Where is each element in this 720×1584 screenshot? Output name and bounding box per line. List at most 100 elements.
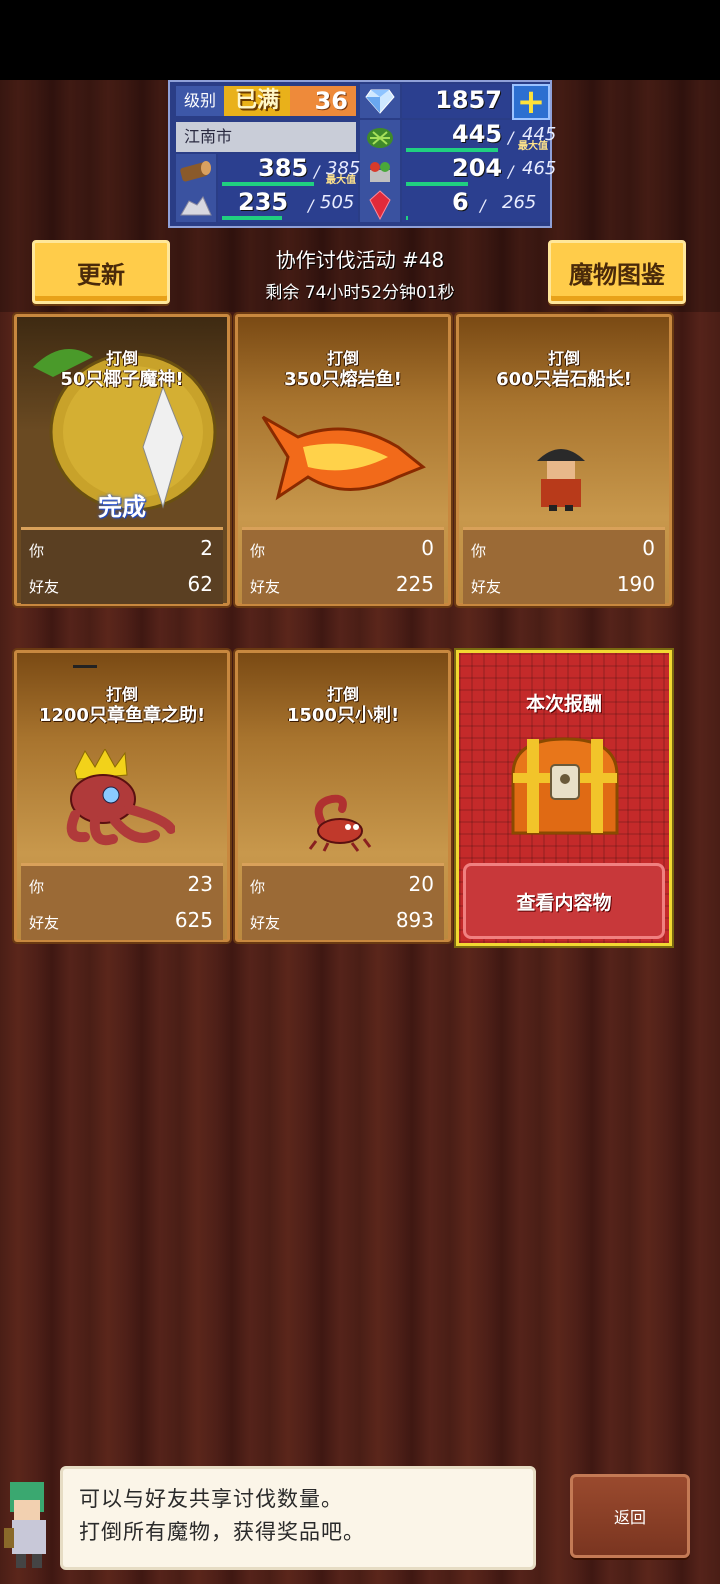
diamond-icon [360,84,400,118]
friends-count: 225 [395,572,434,596]
gem-count: 1857 [435,86,502,114]
friends-count: 893 [395,908,434,932]
resource-panel: 级别 已满 36 1857 + 江南市 445 / 445 最大值 385 / … [168,80,556,228]
you-count: 2 [200,536,213,560]
refresh-button[interactable]: 更新 [32,240,170,304]
you-row: 你 0 [250,536,434,566]
friends-row: 好友 62 [29,572,213,602]
wood-value-box: 385 / 385 最大值 [218,154,360,188]
you-row: 你 2 [29,536,213,566]
card-goal-target: 1200只章鱼章之助! [38,705,206,726]
back-button[interactable]: 返回 [570,1474,690,1558]
friends-row: 好友 190 [471,572,655,602]
friends-count: 62 [187,572,213,596]
card-stats: 你 20 好友 893 [242,863,444,940]
redgem-bar [406,216,408,220]
friends-row: 好友 225 [250,572,434,602]
time-remaining: 剩余 74小时52分钟01秒 [265,283,455,303]
slash-sep: / [308,196,314,215]
you-count: 20 [408,872,434,896]
friends-label: 好友 [29,914,60,932]
level-value: 36 [290,86,356,116]
grass-bar [406,148,498,152]
food-value-box: 204 / 465 [402,154,556,188]
slash-sep: / [480,196,486,215]
wood-max-tag: 最大值 [326,175,356,186]
city-name: 江南市 [176,122,356,152]
ore-bar [222,216,282,220]
treasure-chest-icon[interactable] [507,735,623,839]
add-gems-button[interactable]: + [512,84,550,120]
grass-icon [360,120,400,154]
hint-line-1: 可以与好友共享讨伐数量。 [79,1487,343,1511]
card-stats: 你 2 好友 62 [21,527,223,604]
monster-card-scorpion[interactable]: 打倒 1500只小刺! 你 20 好友 893 [235,650,451,942]
hint-line-2: 打倒所有魔物，获得奖品吧。 [79,1520,365,1544]
redgem-value: 6 [452,188,469,216]
card-image-area: 打倒 1200只章鱼章之助! [17,653,227,861]
you-label: 你 [250,542,266,560]
friends-count: 625 [174,908,213,932]
card-goal-target: 600只岩石船长! [496,369,632,390]
card-stats: 你 23 好友 625 [21,863,223,940]
ore-max: 505 [320,192,355,213]
friends-count: 190 [616,572,655,596]
scorpion-icon [308,794,372,852]
you-label: 你 [29,878,45,896]
rock-captain-icon [537,449,585,511]
card-stats: 你 0 好友 225 [242,527,444,604]
monster-card-rock-captain[interactable]: 打倒 600只岩石船长! 你 0 好友 190 [456,314,672,606]
gem-count-box: 1857 [402,84,510,118]
monster-card-lava-fish[interactable]: 打倒 350只熔岩鱼! 你 0 好友 225 [235,314,451,606]
friends-label: 好友 [250,578,281,596]
card-image-area: 打倒 50只椰子魔神! 完成 [17,317,227,525]
you-row: 你 23 [29,872,213,902]
wood-bar [222,182,314,186]
level-label: 级别 [176,86,224,116]
card-image-area: 打倒 350只熔岩鱼! [238,317,448,525]
friends-label: 好友 [29,578,60,596]
grass-max-tag: 最大值 [518,141,548,152]
lava-fish-icon [261,415,426,501]
ore-pile-icon [176,188,216,222]
you-row: 你 0 [471,536,655,566]
food-bar [406,182,468,186]
friends-label: 好友 [250,914,281,932]
monster-card-octopus[interactable]: 打倒 1200只章鱼章之助! 你 23 好友 625 [14,650,230,942]
ore-value: 235 [238,188,289,216]
you-count: 0 [642,536,655,560]
view-contents-button[interactable]: 查看内容物 [463,863,665,939]
redgem-max: 265 [502,192,537,213]
level-max-badge: 已满 [224,86,290,116]
slash-sep: / [314,162,320,181]
redgem-value-box: 6 / 265 [402,188,550,222]
octopus-king-icon [66,749,175,846]
you-label: 你 [29,542,45,560]
food-basket-icon [360,154,400,188]
guide-avatar [4,1482,46,1568]
wood-value: 385 [258,154,309,182]
ore-value-box: 235 / 505 [218,188,358,222]
card-goal-target: 1500只小刺! [286,705,400,726]
you-count: 23 [187,872,213,896]
card-goal-target: 350只熔岩鱼! [284,369,402,390]
card-image-area: 打倒 600只岩石船长! [459,317,669,525]
bestiary-button[interactable]: 魔物图鉴 [548,240,686,304]
reward-card: 本次报酬 查看内容物 [456,650,672,946]
slash-sep: / [508,128,514,147]
monster-card-coconut[interactable]: 打倒 50只椰子魔神! 完成 你 2 好友 62 [14,314,230,606]
card-goal-target: 50只椰子魔神! [60,369,184,390]
grass-value-box: 445 / 445 最大值 [402,120,556,154]
status-bar [0,0,720,80]
you-label: 你 [471,542,487,560]
food-value: 204 [452,154,503,182]
friends-row: 好友 893 [250,908,434,938]
friends-row: 好友 625 [29,908,213,938]
red-gem-icon [360,188,400,222]
slash-sep: / [508,162,514,181]
card-stats: 你 0 好友 190 [463,527,665,604]
card-image-area: 打倒 1500只小刺! [238,653,448,861]
complete-badge: 完成 [98,493,146,521]
you-count: 0 [421,536,434,560]
you-row: 你 20 [250,872,434,902]
